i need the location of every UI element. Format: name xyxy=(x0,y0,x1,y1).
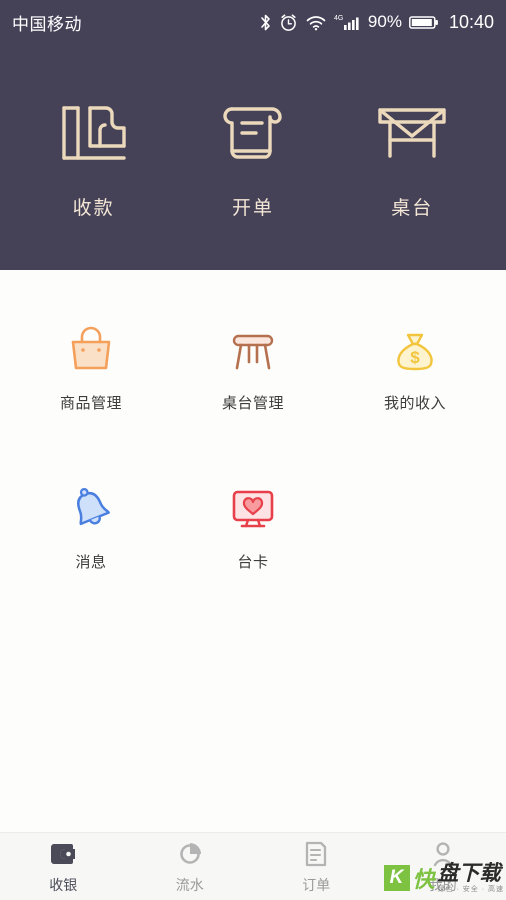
money-bag-icon: $ xyxy=(388,314,442,376)
grid-label-messages: 消息 xyxy=(75,554,107,571)
cashier-counter-icon xyxy=(54,95,134,171)
grid-item-messages[interactable]: 消息 xyxy=(10,473,172,572)
alarm-icon xyxy=(279,13,298,32)
signal-bars-icon: 4G xyxy=(334,13,361,32)
person-icon xyxy=(429,838,457,870)
tab-label-cashier: 收银 xyxy=(49,877,78,893)
grid-item-product-management[interactable]: 商品管理 xyxy=(10,314,172,413)
tab-label-profile: 我的 xyxy=(428,877,457,893)
grid-label-product-management: 商品管理 xyxy=(59,395,122,412)
hero-item-table[interactable]: 桌台 xyxy=(352,95,472,220)
hero-label-table: 桌台 xyxy=(391,197,434,219)
table-icon xyxy=(372,95,452,171)
grid-label-table-management: 桌台管理 xyxy=(221,395,284,412)
tab-profile[interactable]: 我的 xyxy=(380,838,506,895)
handbag-icon xyxy=(64,314,118,376)
clock-label: 10:40 xyxy=(448,11,494,32)
grid-item-table-management[interactable]: 桌台管理 xyxy=(172,314,334,413)
grid-item-table-card[interactable]: 台卡 xyxy=(172,473,334,572)
tab-cashier[interactable]: 收银 xyxy=(0,838,127,895)
grid-label-table-card: 台卡 xyxy=(237,554,269,571)
heart-monitor-icon xyxy=(226,473,280,535)
tab-label-orders: 订单 xyxy=(302,877,331,893)
hero-item-collect-payment[interactable]: 收款 xyxy=(34,95,154,220)
shortcut-grid: 商品管理 桌台管理 $ 我的收入 消息 台卡 xyxy=(0,270,506,632)
hero-label-collect-payment: 收款 xyxy=(72,197,115,219)
battery-icon xyxy=(409,14,439,31)
tab-label-transactions: 流水 xyxy=(175,877,204,893)
svg-text:4G: 4G xyxy=(334,15,343,22)
bluetooth-icon xyxy=(259,13,272,32)
hero-item-create-order[interactable]: 开单 xyxy=(193,95,313,220)
order-list-icon xyxy=(302,838,330,870)
tab-transactions[interactable]: 流水 xyxy=(127,838,254,895)
wifi-icon xyxy=(305,13,327,32)
primary-actions-panel: 收款 开单 桌台 xyxy=(0,44,506,270)
scroll-receipt-icon xyxy=(218,95,288,171)
hero-label-create-order: 开单 xyxy=(231,197,274,219)
grid-item-my-income[interactable]: $ 我的收入 xyxy=(334,314,496,413)
grid-label-my-income: 我的收入 xyxy=(383,395,446,412)
pie-chart-icon xyxy=(176,838,204,870)
carrier-label: 中国移动 xyxy=(12,14,82,34)
svg-text:$: $ xyxy=(410,348,420,367)
status-bar-icons: 4G 90% 10:40 xyxy=(259,12,494,33)
tab-orders[interactable]: 订单 xyxy=(253,838,380,895)
stool-icon xyxy=(226,314,280,376)
status-bar: 中国移动 4G 90% 10:40 xyxy=(0,0,506,44)
battery-percent-label: 90% xyxy=(367,12,402,31)
bottom-tab-bar: 收银 流水 订单 我的 xyxy=(0,832,506,900)
bell-icon xyxy=(64,473,118,535)
wallet-icon xyxy=(49,838,77,870)
